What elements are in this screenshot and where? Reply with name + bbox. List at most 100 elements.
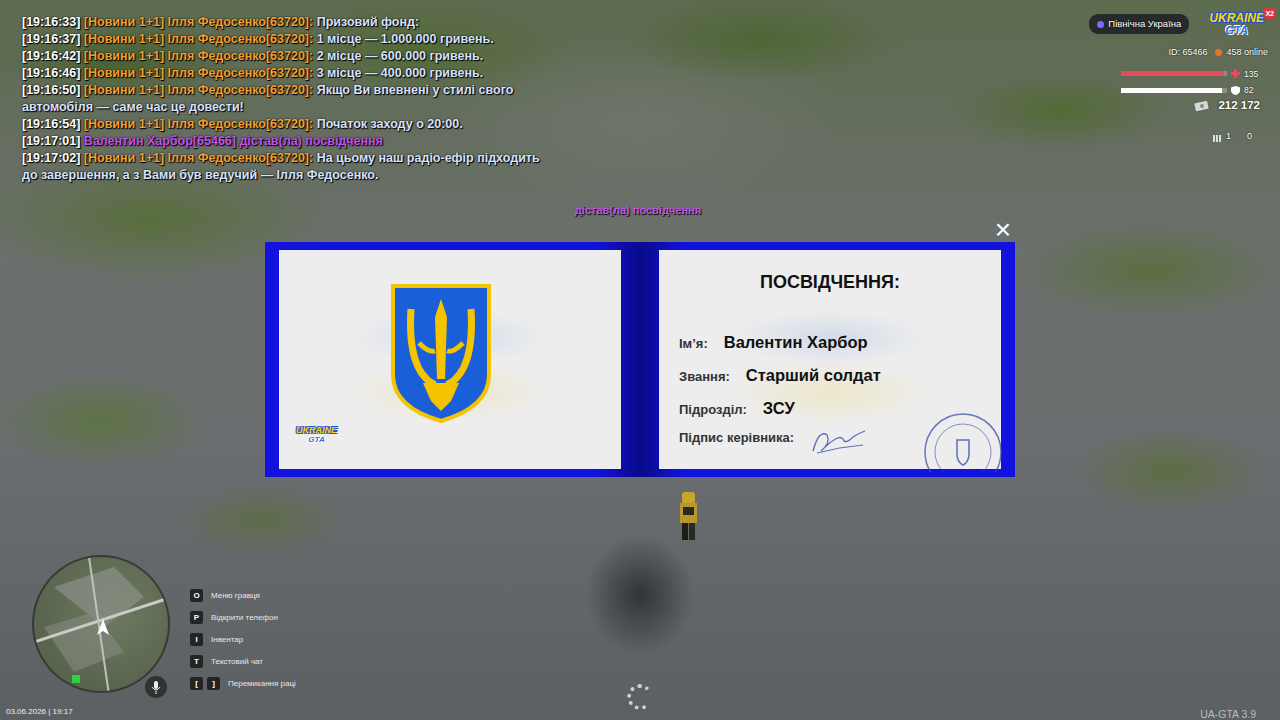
ammo-row: 1 0 bbox=[1213, 130, 1252, 144]
logo-top: UKRAINE bbox=[1209, 12, 1264, 24]
key-cap[interactable]: O bbox=[190, 589, 203, 602]
field-value: ЗСУ bbox=[763, 396, 795, 421]
chat-line: [19:16:42] [Новини 1+1] Ілля Федосенко[6… bbox=[22, 48, 552, 65]
chat-message: 1 місце — 1.000.000 гривень. bbox=[317, 32, 494, 46]
date-time: 03.06.2026 | 19:17 bbox=[6, 706, 73, 718]
field-value: Валентин Харбор bbox=[724, 330, 868, 355]
hud: Північна Україна UKRAINEGTAX2 ID: 65466 … bbox=[1078, 10, 1268, 144]
server-icon bbox=[1097, 21, 1104, 28]
version-label: UA-GTA 3.9 bbox=[1200, 707, 1256, 720]
chat-message: 3 місце — 400.000 гривень. bbox=[317, 66, 484, 80]
key-hints: O Меню гравця P Відкрити телефон IІнвентар TТ… bbox=[190, 589, 296, 690]
loading-spinner-icon bbox=[627, 684, 653, 710]
chat-time: [19:17:02] bbox=[22, 151, 80, 165]
chat-author: [Новини 1+1] Ілля Федосенко[63720]: bbox=[84, 117, 313, 131]
money-icon bbox=[1194, 100, 1210, 111]
chat-time: [19:16:54] bbox=[22, 117, 80, 131]
trident-emblem-icon bbox=[389, 283, 493, 423]
microphone-button[interactable] bbox=[145, 676, 167, 698]
key-cap[interactable]: T bbox=[190, 655, 203, 668]
chat-author: [Новини 1+1] Ілля Федосенко[63720]: bbox=[84, 66, 313, 80]
chat-message: 2 місце — 600.000 гривень. bbox=[317, 49, 484, 63]
key-cap[interactable]: I bbox=[190, 633, 203, 646]
key-hint: P Відкрити телефон bbox=[190, 611, 296, 624]
key-hint: O Меню гравця bbox=[190, 589, 296, 602]
chat-line: [19:16:33] [Новини 1+1] Ілля Федосенко[6… bbox=[22, 14, 552, 31]
ammo-clip: 1 bbox=[1226, 130, 1231, 144]
logo-bottom: GTA bbox=[1209, 24, 1264, 36]
health-row: 135 bbox=[1121, 68, 1268, 81]
key-hint: IІнвентар bbox=[190, 633, 296, 646]
ammo-icon bbox=[1213, 133, 1222, 142]
minimap bbox=[32, 555, 170, 693]
armor-value: 82 bbox=[1244, 84, 1268, 97]
chat-time: [19:16:37] bbox=[22, 32, 80, 46]
game-scene: [19:16:33] [Новини 1+1] Ілля Федосенко[6… bbox=[0, 0, 1280, 720]
game-logo: UKRAINEGTAX2 bbox=[1205, 10, 1268, 38]
chat-log: [19:16:33] [Новини 1+1] Ілля Федосенко[6… bbox=[22, 14, 552, 184]
chat-line: [19:17:02] [Новини 1+1] Ілля Федосенко[6… bbox=[22, 150, 552, 184]
chat-line: [19:16:54] [Новини 1+1] Ілля Федосенко[6… bbox=[22, 116, 552, 133]
chat-author: [Новини 1+1] Ілля Федосенко[63720]: bbox=[84, 32, 313, 46]
player-arrow-icon bbox=[97, 619, 109, 635]
chat-time: [19:16:42] bbox=[22, 49, 80, 63]
online-icon bbox=[1215, 49, 1222, 56]
chat-time: [19:16:46] bbox=[22, 66, 80, 80]
key-cap[interactable]: ] bbox=[207, 677, 220, 690]
signature-label: Підпис керівника: bbox=[679, 428, 794, 448]
armor-shield-icon bbox=[1231, 86, 1240, 95]
chat-line: [19:17:01] Валентин Харбор[65466] дістав… bbox=[22, 133, 552, 150]
key-cap[interactable]: P bbox=[190, 611, 203, 624]
chat-author: [Новини 1+1] Ілля Федосенко[63720]: bbox=[84, 15, 313, 29]
chat-author: [Новини 1+1] Ілля Федосенко[63720]: bbox=[84, 151, 313, 165]
field-label: Підрозділ: bbox=[679, 400, 747, 420]
signature-icon bbox=[809, 425, 867, 457]
player-character-icon bbox=[679, 492, 698, 542]
health-value: 135 bbox=[1244, 68, 1268, 81]
chat-line: [19:16:50] [Новини 1+1] Ілля Федосенко[6… bbox=[22, 82, 552, 116]
card-logo: UKRAINEGTA bbox=[296, 426, 337, 444]
chat-time: [19:16:33] bbox=[22, 15, 80, 29]
stamp-icon bbox=[921, 410, 1003, 472]
card-title: ПОСВІДЧЕННЯ: bbox=[659, 250, 1001, 296]
card-field: Підрозділ: ЗСУ bbox=[679, 396, 1001, 421]
field-label: Ім’я: bbox=[679, 334, 708, 354]
logo-top: UKRAINE bbox=[296, 426, 337, 435]
hint-label: Текстовий чат bbox=[211, 656, 263, 668]
chat-time: [19:17:01] bbox=[22, 134, 80, 148]
armor-row: 82 bbox=[1121, 84, 1268, 97]
hint-label: Відкрити телефон bbox=[211, 612, 278, 624]
multiplier-badge: X2 bbox=[1263, 8, 1276, 19]
card-field: Звання: Старший солдат bbox=[679, 363, 1001, 388]
health-icon bbox=[1231, 69, 1240, 78]
server-name: Північна Україна bbox=[1108, 17, 1181, 31]
key-cap[interactable]: [ bbox=[190, 677, 203, 690]
chat-line: [19:16:37] [Новини 1+1] Ілля Федосенко[6… bbox=[22, 31, 552, 48]
chat-line: [19:16:46] [Новини 1+1] Ілля Федосенко[6… bbox=[22, 65, 552, 82]
hint-label: Меню гравця bbox=[211, 590, 260, 602]
close-button[interactable]: × bbox=[990, 218, 1016, 244]
player-shadow bbox=[585, 535, 695, 655]
card-front: UKRAINEGTA bbox=[279, 250, 621, 469]
money-amount: 212 172 bbox=[1218, 97, 1260, 114]
card-field: Ім’я: Валентин Харбор bbox=[679, 330, 1001, 355]
key-hint: [] Перемикання раці bbox=[190, 677, 296, 690]
hint-label: Перемикання раці bbox=[228, 678, 296, 690]
money-row: 212 172 bbox=[1194, 97, 1260, 114]
online-count: 458 online bbox=[1226, 46, 1268, 60]
field-value: Старший солдат bbox=[746, 363, 881, 388]
chat-author: [Новини 1+1] Ілля Федосенко[63720]: bbox=[84, 49, 313, 63]
key-hint: T Текстовий чат bbox=[190, 655, 296, 668]
id-card: UKRAINEGTA ПОСВІДЧЕННЯ: Ім’я: Валентин Ха… bbox=[265, 242, 1015, 477]
field-label: Звання: bbox=[679, 367, 730, 387]
floating-text: дістав(ла) посвідчення bbox=[0, 202, 1276, 219]
chat-author: [Новини 1+1] Ілля Федосенко[63720]: bbox=[84, 83, 313, 97]
ammo-total: 0 bbox=[1247, 130, 1252, 144]
server-badge: Північна Україна bbox=[1089, 14, 1189, 34]
microphone-icon bbox=[151, 681, 161, 694]
player-id: ID: 65466 bbox=[1168, 46, 1207, 60]
chat-message: Початок заходу о 20:00. bbox=[317, 117, 463, 131]
armor-fill bbox=[1121, 88, 1222, 93]
logo-bottom: GTA bbox=[296, 435, 337, 444]
chat-message: Призовий фонд: bbox=[317, 15, 419, 29]
